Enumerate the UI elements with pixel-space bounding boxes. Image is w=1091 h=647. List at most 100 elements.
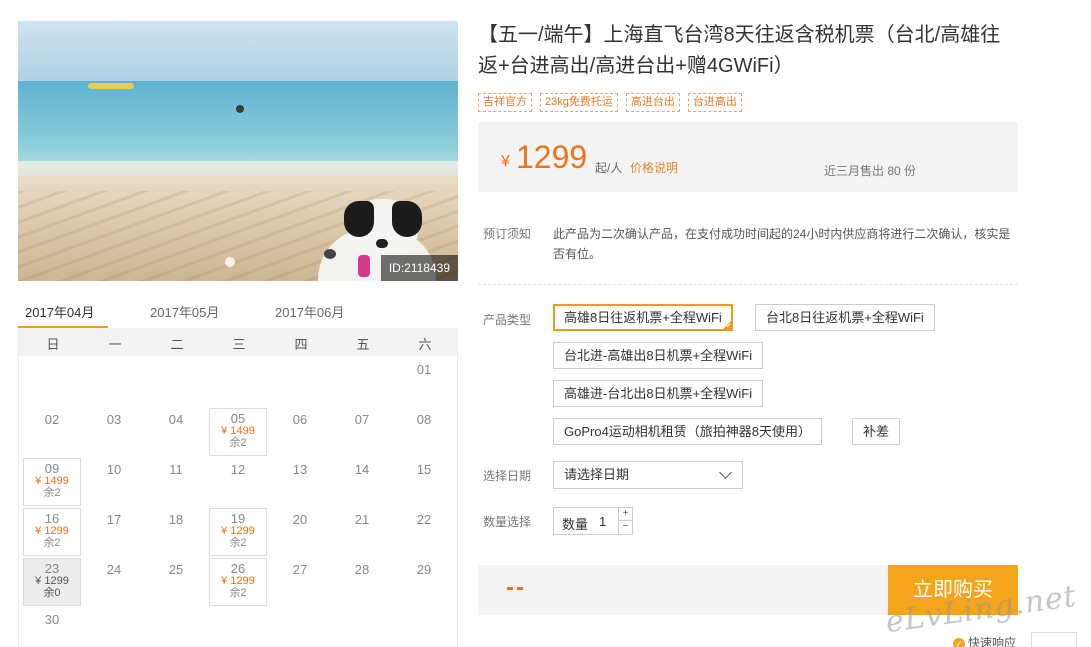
weekday-fri: 五 xyxy=(356,337,370,352)
tag-official: 吉祥官方 xyxy=(478,93,532,112)
month-tabs: 2017年04月 2017年05月 2017年06月 xyxy=(18,296,458,329)
day-number: 27 xyxy=(292,562,308,577)
day-number: 06 xyxy=(292,412,308,427)
day-number: 29 xyxy=(416,562,432,577)
date-select[interactable]: 请选择日期 xyxy=(553,461,743,489)
weekday-header: 日 一 二 三 四 五 六 xyxy=(19,328,457,356)
weekday-wed: 三 xyxy=(232,337,246,352)
day-number: 03 xyxy=(106,412,122,427)
price-unit: 起/人 xyxy=(595,161,623,175)
calendar-day-10: 10 xyxy=(85,458,143,506)
price-explain-link[interactable]: 价格说明 xyxy=(630,159,678,176)
day-number: 08 xyxy=(416,412,432,427)
option-gopro-rental[interactable]: GoPro4运动相机租赁（旅拍神器8天使用） xyxy=(553,418,823,445)
calendar-day-29: 29 xyxy=(395,558,453,606)
weekday-thu: 四 xyxy=(294,337,308,352)
calendar-day-30: 30 xyxy=(23,608,81,647)
day-number: 22 xyxy=(416,512,432,527)
product-image[interactable]: ID:2118439 xyxy=(18,21,458,281)
calendar-day-18: 18 xyxy=(147,508,205,556)
section-divider xyxy=(478,284,1018,285)
day-stock: 余2 xyxy=(43,487,61,499)
tab-2017-06[interactable]: 2017年06月 xyxy=(275,302,344,321)
option-label: 台北进-高雄出8日机票+全程WiFi xyxy=(564,348,753,363)
fast-response-text: 快速响应 xyxy=(968,636,1017,647)
calendar-day-08: 08 xyxy=(395,408,453,456)
day-number: 19 xyxy=(230,511,246,526)
quantity-increase-button[interactable]: + xyxy=(618,508,632,521)
calendar-day-21: 21 xyxy=(333,508,391,556)
calendar-day-20: 20 xyxy=(271,508,329,556)
image-swimmer xyxy=(236,105,244,113)
notice-label: 预订须知 xyxy=(483,227,532,241)
day-number: 30 xyxy=(44,612,60,627)
day-price: ¥ 1299 xyxy=(221,575,255,587)
fast-response-badge: ✓ 快速响应 xyxy=(953,634,1016,647)
tab-2017-04[interactable]: 2017年04月 xyxy=(25,302,94,321)
option-taipei-roundtrip[interactable]: 台北8日往返机票+全程WiFi xyxy=(755,304,935,331)
calendar-day-11: 11 xyxy=(147,458,205,506)
calendar-day-19[interactable]: 19 ¥ 1299 余2 xyxy=(209,508,267,556)
date-label: 选择日期 xyxy=(483,469,532,483)
calendar-day-03: 03 xyxy=(85,408,143,456)
product-tags: 吉祥官方 23kg免费托运 高进台出 台进高出 xyxy=(478,92,750,112)
calendar-day-16[interactable]: 16 ¥ 1299 余2 xyxy=(23,508,81,556)
day-number: 11 xyxy=(169,462,183,477)
day-number: 20 xyxy=(292,512,308,527)
day-number: 18 xyxy=(168,512,184,527)
day-number: 21 xyxy=(354,512,370,527)
day-number: 24 xyxy=(106,562,122,577)
calendar-day-02: 02 xyxy=(23,408,81,456)
option-price-difference[interactable]: 补差 xyxy=(852,418,901,445)
day-number: 14 xyxy=(354,462,370,477)
calendar-day-24: 24 xyxy=(85,558,143,606)
option-kaohsiung-in-taipei-out[interactable]: 高雄进-台北出8日机票+全程WiFi xyxy=(553,380,764,407)
date-select-value: 请选择日期 xyxy=(564,467,630,482)
day-number: 02 xyxy=(44,412,60,427)
tag-route-b: 台进高出 xyxy=(687,93,742,112)
day-number: 10 xyxy=(106,462,122,477)
option-label: 高雄进-台北出8日机票+全程WiFi xyxy=(564,386,753,401)
calendar: 日 一 二 三 四 五 六 01 02 03 04 05 ¥ 1499 余2 06 07 08 09… xyxy=(18,328,458,647)
calendar-day-07: 07 xyxy=(333,408,391,456)
product-title: 【五一/端午】上海直飞台湾8天往返含税机票（台北/高雄往返+台进高出/高进台出+… xyxy=(478,24,1001,77)
calendar-day-05[interactable]: 05 ¥ 1499 余2 xyxy=(209,408,267,456)
price-box: ¥ 1299 起/人 价格说明 近三月售出 80 份 xyxy=(478,122,1018,192)
image-boat xyxy=(88,83,134,89)
option-kaohsiung-roundtrip[interactable]: 高雄8日往返机票+全程WiFi xyxy=(553,304,733,331)
day-number: 16 xyxy=(44,511,60,526)
day-number: 26 xyxy=(230,561,246,576)
option-label: 高雄8日往返机票+全程WiFi xyxy=(564,310,722,325)
day-number: 12 xyxy=(230,462,246,477)
calendar-day-12: 12 xyxy=(209,458,267,506)
quantity-label: 数量选择 xyxy=(483,515,532,529)
weekday-sat: 六 xyxy=(418,337,432,352)
quantity-decrease-button[interactable]: − xyxy=(618,521,632,534)
tab-2017-05[interactable]: 2017年05月 xyxy=(150,302,219,321)
day-number: 15 xyxy=(416,462,432,477)
calendar-day-14: 14 xyxy=(333,458,391,506)
side-panel-box[interactable] xyxy=(1031,632,1077,647)
option-taipei-in-kaohsiung-out[interactable]: 台北进-高雄出8日机票+全程WiFi xyxy=(553,342,764,369)
calendar-day-13: 13 xyxy=(271,458,329,506)
sold-count: 近三月售出 80 份 xyxy=(824,164,917,178)
day-number: 13 xyxy=(292,462,308,477)
carousel-dot[interactable] xyxy=(225,257,235,267)
quantity-stepper: 数量 1 + − xyxy=(553,507,633,535)
notice-text: 此产品为二次确认产品，在支付成功时间起的24小时内供应商将进行二次确认，核实是否… xyxy=(553,227,1011,261)
day-stock: 余2 xyxy=(229,537,247,549)
calendar-day-26[interactable]: 26 ¥ 1299 余2 xyxy=(209,558,267,606)
calendar-day-15: 15 xyxy=(395,458,453,506)
calendar-day-17: 17 xyxy=(85,508,143,556)
day-number: 23 xyxy=(44,561,60,576)
quantity-inner-label: 数量 xyxy=(562,517,589,532)
calendar-day-25: 25 xyxy=(147,558,205,606)
day-number: 04 xyxy=(168,412,184,427)
calendar-day-09[interactable]: 09 ¥ 1499 余2 xyxy=(23,458,81,506)
total-price: -- xyxy=(506,574,526,601)
selected-check-icon xyxy=(721,320,732,330)
option-label: 补差 xyxy=(863,424,890,439)
calendar-day-28: 28 xyxy=(333,558,391,606)
weekday-mon: 一 xyxy=(108,337,122,352)
quantity-value[interactable]: 1 xyxy=(599,514,606,529)
